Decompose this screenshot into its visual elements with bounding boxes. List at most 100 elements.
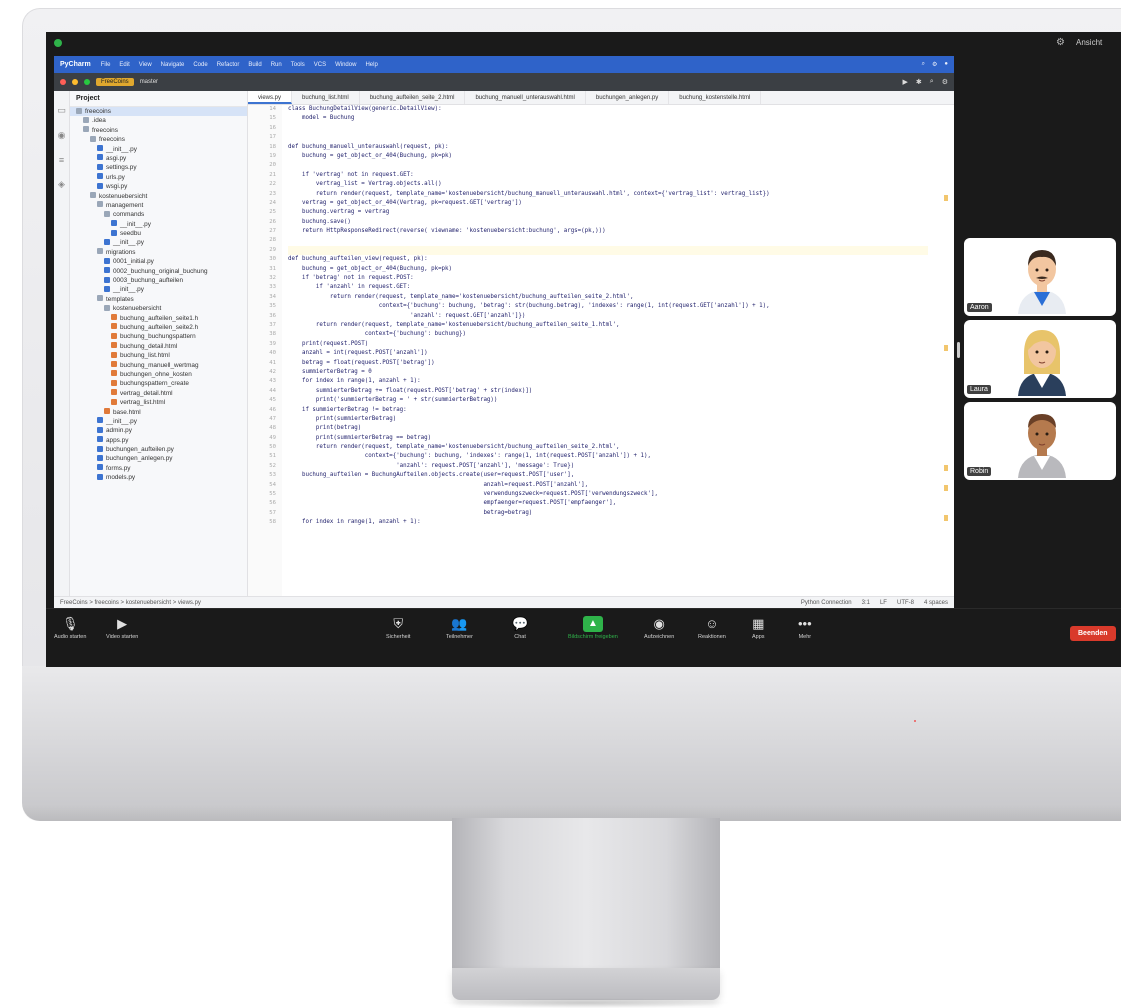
reactions-button[interactable]: ☺ Reaktionen	[698, 616, 726, 640]
tree-item[interactable]: freecoins	[70, 107, 247, 117]
status-item[interactable]: Python Connection	[801, 600, 852, 606]
ide-settings-icon[interactable]: ⚙	[942, 78, 948, 86]
menu-item-window[interactable]: Window	[335, 62, 356, 68]
tree-item[interactable]: migrations	[70, 248, 247, 257]
search-everywhere-icon[interactable]: ⌕	[930, 78, 934, 86]
tree-item[interactable]: vertrag_detail.html	[70, 389, 247, 398]
editor-tab[interactable]: buchung_manuell_unterauswahl.html	[465, 91, 586, 104]
project-selector[interactable]: FreeCoins	[96, 78, 134, 86]
tree-item[interactable]: apps.py	[70, 436, 247, 445]
security-badge-icon[interactable]: ⚙	[1056, 37, 1065, 48]
branch-selector[interactable]: master	[140, 79, 158, 85]
meeting-status-icon[interactable]	[54, 39, 62, 47]
tree-item[interactable]: urls.py	[70, 173, 247, 182]
search-icon[interactable]: ⌕	[922, 61, 925, 68]
share-button[interactable]: ▲ Bildschirm freigeben	[568, 616, 618, 640]
window-close-icon[interactable]	[60, 79, 66, 85]
tree-item[interactable]: vertrag_list.html	[70, 398, 247, 407]
project-tool-icon[interactable]: ▭	[54, 105, 69, 116]
structure-tool-icon[interactable]: ≡	[54, 155, 69, 165]
more-button[interactable]: ••• Mehr	[798, 616, 812, 640]
tree-item[interactable]: forms.py	[70, 464, 247, 473]
tree-item[interactable]: templates	[70, 295, 247, 304]
status-item[interactable]: 3:1	[862, 600, 870, 606]
menu-item-help[interactable]: Help	[365, 62, 377, 68]
tree-item[interactable]: freecoins	[70, 126, 247, 135]
participant-tile[interactable]: Laura	[964, 320, 1116, 398]
tree-item[interactable]: buchung_list.html	[70, 351, 247, 360]
menu-item-edit[interactable]: Edit	[119, 62, 129, 68]
menu-item-refactor[interactable]: Refactor	[217, 62, 240, 68]
view-button[interactable]: Ansicht	[1076, 38, 1102, 47]
record-button[interactable]: ◉ Aufzeichnen	[644, 616, 674, 640]
window-zoom-icon[interactable]	[84, 79, 90, 85]
tree-item[interactable]: 0001_initial.py	[70, 257, 247, 266]
tree-item[interactable]: buchung_manuell_wertmag	[70, 361, 247, 370]
tree-item[interactable]: __init__.py	[70, 145, 247, 154]
status-item[interactable]: 4 spaces	[924, 600, 948, 606]
editor-tab[interactable]: views.py	[248, 91, 293, 104]
user-icon[interactable]: ●	[944, 61, 948, 68]
editor-tab[interactable]: buchung_aufteilen_seite_2.html	[360, 91, 466, 104]
tree-item[interactable]: __init__.py	[70, 220, 247, 229]
tree-item[interactable]: buchung_detail.html	[70, 342, 247, 351]
apps-button[interactable]: ▦ Apps	[752, 616, 765, 640]
panel-resize-handle[interactable]	[957, 342, 960, 358]
tree-item[interactable]: wsgi.py	[70, 182, 247, 191]
tree-item[interactable]: settings.py	[70, 163, 247, 172]
menu-item-file[interactable]: File	[101, 62, 111, 68]
status-item[interactable]: LF	[880, 600, 887, 606]
run-icon[interactable]: ▶	[903, 78, 908, 86]
menu-item-run[interactable]: Run	[271, 62, 282, 68]
security-button[interactable]: ⛨ Sicherheit	[386, 616, 410, 640]
tree-item[interactable]: freecoins	[70, 135, 247, 144]
participants-button[interactable]: 👥 Teilnehmer	[446, 616, 473, 640]
end-meeting-button[interactable]: Beenden	[1070, 626, 1116, 641]
tree-item[interactable]: 0002_buchung_original_buchung	[70, 267, 247, 276]
error-stripe[interactable]	[944, 105, 948, 596]
status-item[interactable]: UTF-8	[897, 600, 914, 606]
tree-item[interactable]: buchungspattern_create	[70, 379, 247, 388]
tree-item[interactable]: buchung_buchungspattern	[70, 332, 247, 341]
video-button[interactable]: ▶ Video starten	[106, 616, 138, 640]
tree-item[interactable]: 0003_buchung_aufteilen	[70, 276, 247, 285]
menu-item-view[interactable]: View	[139, 62, 152, 68]
tree-item[interactable]: kostenuebersicht	[70, 192, 247, 201]
tree-item[interactable]: buchungen_ohne_kosten	[70, 370, 247, 379]
navigation-breadcrumb[interactable]: FreeCoins > freecoins > kostenuebersicht…	[60, 600, 201, 606]
settings-icon[interactable]: ⚙	[932, 61, 937, 68]
tree-item[interactable]: models.py	[70, 473, 247, 482]
editor-tab[interactable]: buchung_list.html	[292, 91, 360, 104]
participant-tile[interactable]: Robin	[964, 402, 1116, 480]
code-area[interactable]: class BuchungDetailView(generic.DetailVi…	[288, 105, 928, 596]
tree-item[interactable]: asgi.py	[70, 154, 247, 163]
mute-button[interactable]: 🎙 Audio starten	[54, 616, 86, 640]
tree-item[interactable]: buchung_aufteilen_seite2.h	[70, 323, 247, 332]
tree-item[interactable]: __init__.py	[70, 238, 247, 247]
menu-item-tools[interactable]: Tools	[291, 62, 305, 68]
tree-item[interactable]: .idea	[70, 116, 247, 125]
tree-item[interactable]: seedbu	[70, 229, 247, 238]
tree-item[interactable]: buchung_aufteilen_seite1.h	[70, 314, 247, 323]
tree-item[interactable]: __init__.py	[70, 285, 247, 294]
menu-item-build[interactable]: Build	[248, 62, 261, 68]
editor-tab[interactable]: buchung_kostenstelle.html	[669, 91, 762, 104]
debug-icon[interactable]: ✱	[916, 78, 922, 86]
tree-item[interactable]: admin.py	[70, 426, 247, 435]
commit-tool-icon[interactable]: ◉	[54, 130, 69, 141]
project-panel-header[interactable]: Project	[70, 91, 247, 107]
tree-item[interactable]: buchungen_anlegen.py	[70, 454, 247, 463]
tree-item[interactable]: commands	[70, 210, 247, 219]
tree-item[interactable]: base.html	[70, 408, 247, 417]
tree-item[interactable]: __init__.py	[70, 417, 247, 426]
python-packages-icon[interactable]: ◈	[54, 179, 69, 190]
menu-item-vcs[interactable]: VCS	[314, 62, 326, 68]
tree-item[interactable]: kostenuebersicht	[70, 304, 247, 313]
tree-item[interactable]: management	[70, 201, 247, 210]
editor-tab[interactable]: buchungen_anlegen.py	[586, 91, 670, 104]
menu-item-navigate[interactable]: Navigate	[161, 62, 185, 68]
menu-item-code[interactable]: Code	[193, 62, 207, 68]
window-minimize-icon[interactable]	[72, 79, 78, 85]
participant-tile[interactable]: Aaron	[964, 238, 1116, 316]
tree-item[interactable]: buchungen_aufteilen.py	[70, 445, 247, 454]
